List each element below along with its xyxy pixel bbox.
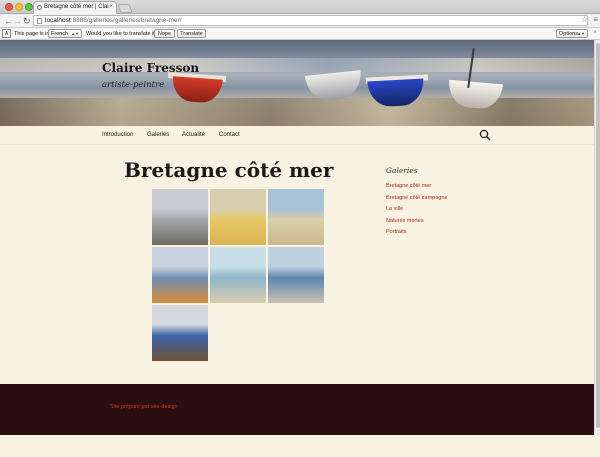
- page-title: Bretagne côté mer: [124, 158, 334, 182]
- menu-icon[interactable]: ≡: [593, 15, 598, 24]
- options-select[interactable]: Options ▲▼: [556, 29, 588, 38]
- page-icon: [37, 18, 42, 24]
- nav-item-galeries[interactable]: Galeries: [147, 132, 169, 138]
- gallery-thumb-5[interactable]: [210, 247, 266, 303]
- browser-toolbar: ← → ↻ localhost:8888/galleries/galleries…: [0, 14, 600, 28]
- sidebar-link-bretagne-campagne[interactable]: Bretagne côté campagne: [386, 195, 506, 201]
- gallery-thumb-3[interactable]: [268, 189, 324, 245]
- forward-arrow-icon[interactable]: →: [13, 16, 22, 26]
- select-arrows-icon: ▲▼: [71, 31, 79, 36]
- back-arrow-icon[interactable]: ←: [4, 16, 13, 26]
- zoom-window-button[interactable]: [25, 3, 33, 11]
- browser-titlebar: Bretagne côté mer | Clai ×: [0, 0, 600, 14]
- page-bottom-area: [0, 435, 600, 457]
- gallery-thumb-7[interactable]: [152, 305, 208, 361]
- tab-title: Bretagne côté mer | Clai: [44, 4, 109, 10]
- footer-credit-link[interactable]: Site préparé par site-design: [110, 404, 178, 410]
- reload-icon[interactable]: ↻: [23, 16, 31, 26]
- address-bar[interactable]: localhost:8888/galleries/galleries/breta…: [33, 15, 588, 26]
- minimize-window-button[interactable]: [15, 3, 23, 11]
- vertical-scrollbar[interactable]: [594, 40, 600, 435]
- search-icon[interactable]: [479, 129, 491, 141]
- new-tab-button[interactable]: [117, 4, 133, 13]
- sidebar-link-portraits[interactable]: Portraits: [386, 229, 506, 235]
- site-title[interactable]: Claire Fresson: [102, 61, 199, 75]
- language-select[interactable]: French ▲▼: [48, 29, 82, 38]
- options-label: Options: [559, 31, 578, 37]
- translate-question: Would you like to translate it?: [86, 31, 158, 37]
- gallery-thumb-4[interactable]: [152, 247, 208, 303]
- widget-title: Galeries: [386, 166, 418, 175]
- gallery-thumb-6[interactable]: [268, 247, 324, 303]
- tab-close-icon[interactable]: ×: [109, 4, 113, 10]
- header-painting-sky: [0, 58, 600, 72]
- web-page: Claire Fresson artiste-peintre Introduct…: [0, 40, 600, 435]
- favicon-icon: [37, 5, 42, 10]
- select-arrows-icon: ▲▼: [577, 31, 585, 36]
- gallery-thumb-2[interactable]: [210, 189, 266, 245]
- header-painting-shore: [0, 98, 600, 126]
- browser-tab[interactable]: Bretagne côté mer | Clai ×: [33, 1, 117, 14]
- nav-item-actualite[interactable]: Actualité: [182, 132, 205, 138]
- bookmark-star-icon[interactable]: ☆: [581, 15, 588, 24]
- translate-icon: A: [2, 29, 11, 38]
- url-host: localhost: [45, 17, 71, 24]
- nav-item-introduction[interactable]: Introduction: [102, 132, 133, 138]
- url-path: :8888/galleries/galleries/bretagne-mer/: [70, 17, 182, 24]
- sidebar-widget: Galeries Bretagne côté mer Bretagne côté…: [386, 166, 506, 241]
- translate-prefix: This page is in: [14, 31, 50, 37]
- site-footer: Site préparé par site-design: [0, 384, 600, 435]
- nav-item-contact[interactable]: Contact: [219, 132, 240, 138]
- site-description: artiste-peintre: [102, 80, 165, 90]
- sidebar-link-la-ville[interactable]: La ville: [386, 206, 506, 212]
- gallery-thumb-1[interactable]: [152, 189, 208, 245]
- sidebar-link-bretagne-mer[interactable]: Bretagne côté mer: [386, 183, 506, 189]
- main-navigation: Introduction Galeries Actualité Contact: [0, 126, 600, 145]
- nope-button[interactable]: Nope: [154, 29, 175, 38]
- sidebar-link-natures-mortes[interactable]: Natures mortes: [386, 218, 506, 224]
- translate-infobar: A This page is in French ▲▼ Would you li…: [0, 28, 600, 40]
- scrollbar-thumb[interactable]: [596, 43, 600, 428]
- language-value: French: [51, 31, 69, 37]
- site-header: Claire Fresson artiste-peintre: [0, 40, 600, 126]
- close-window-button[interactable]: [5, 3, 13, 11]
- translate-button[interactable]: Translate: [177, 29, 206, 38]
- close-infobar-icon[interactable]: ×: [593, 30, 597, 36]
